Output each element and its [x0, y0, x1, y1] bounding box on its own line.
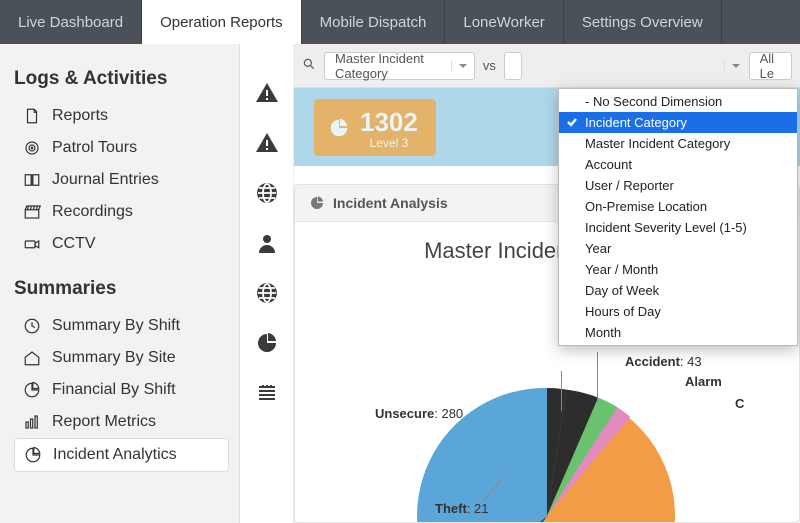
- sidebar-item-label: Recordings: [52, 203, 133, 221]
- sidebar-item-label: Incident Analytics: [53, 446, 177, 464]
- dropdown-item-on-premise-location[interactable]: On-Premise Location: [559, 196, 797, 217]
- clock-icon: [22, 316, 42, 336]
- sidebar-item-reports[interactable]: Reports: [14, 100, 229, 132]
- slice-label-accident: Accident: 43: [625, 354, 702, 369]
- globe-icon[interactable]: [254, 180, 280, 206]
- book-icon: [22, 170, 42, 190]
- warning-icon[interactable]: [254, 80, 280, 106]
- pie-icon: [23, 445, 43, 465]
- pie-icon: [328, 117, 350, 139]
- sidebar-item-recordings[interactable]: Recordings: [14, 196, 229, 228]
- dropdown-item-incident-category[interactable]: Incident Category: [559, 112, 797, 133]
- top-nav: Live Dashboard Operation Reports Mobile …: [0, 0, 800, 44]
- tab-live-dashboard[interactable]: Live Dashboard: [0, 0, 142, 44]
- vs-label: vs: [483, 58, 496, 73]
- sidebar-item-label: Summary By Shift: [52, 317, 180, 335]
- sidebar-item-financial-by-shift[interactable]: Financial By Shift: [14, 374, 229, 406]
- level-filter-select[interactable]: All Le: [749, 52, 792, 80]
- sidebar-item-label: Journal Entries: [52, 171, 159, 189]
- sidebar-item-label: Reports: [52, 107, 108, 125]
- select-label: All Le: [760, 51, 785, 81]
- warning-icon[interactable]: [254, 130, 280, 156]
- pie-svg: [387, 356, 707, 522]
- sidebar-heading-summaries: Summaries: [14, 278, 229, 300]
- second-dimension-dropdown[interactable]: - No Second Dimension Incident Category …: [558, 88, 798, 346]
- dropdown-item-year-month[interactable]: Year / Month: [559, 259, 797, 280]
- sidebar-item-label: Financial By Shift: [52, 381, 176, 399]
- primary-dimension-select[interactable]: Master Incident Category: [324, 52, 475, 80]
- chevron-down-icon: [451, 61, 468, 71]
- sidebar-heading-logs: Logs & Activities: [14, 68, 229, 90]
- sidebar-item-label: Patrol Tours: [52, 139, 137, 157]
- dropdown-item-master-incident-category[interactable]: Master Incident Category: [559, 133, 797, 154]
- tab-mobile-dispatch[interactable]: Mobile Dispatch: [302, 0, 446, 44]
- sidebar-item-incident-analytics[interactable]: Incident Analytics: [14, 438, 229, 472]
- stat-card-level-3[interactable]: 1302 Level 3: [314, 99, 436, 156]
- dropdown-item-hours-of-day[interactable]: Hours of Day: [559, 301, 797, 322]
- clapper-icon: [22, 202, 42, 222]
- target-icon: [22, 138, 42, 158]
- sidebar-item-cctv[interactable]: CCTV: [14, 228, 229, 260]
- main-area: Master Incident Category vs All Le 1302: [240, 44, 800, 523]
- dropdown-item-day-of-week[interactable]: Day of Week: [559, 280, 797, 301]
- slice-label-theft: Theft: 21: [435, 501, 488, 516]
- person-icon[interactable]: [254, 230, 280, 256]
- home-icon: [22, 348, 42, 368]
- globe-icon[interactable]: [254, 280, 280, 306]
- check-icon: [566, 116, 578, 131]
- content-area: Master Incident Category vs All Le 1302: [294, 44, 800, 523]
- list-icon[interactable]: [254, 380, 280, 406]
- slice-label-c: C: [735, 396, 744, 411]
- stat-value: 1302: [360, 107, 418, 137]
- dropdown-item-month[interactable]: Month: [559, 322, 797, 343]
- search-icon[interactable]: [302, 57, 316, 75]
- icon-rail: [240, 44, 294, 523]
- tab-settings-overview[interactable]: Settings Overview: [564, 0, 722, 44]
- sidebar-item-label: CCTV: [52, 235, 96, 253]
- dropdown-item-severity-level[interactable]: Incident Severity Level (1-5): [559, 217, 797, 238]
- bars-icon: [22, 412, 42, 432]
- panel-title: Incident Analysis: [333, 195, 448, 211]
- sidebar-item-journal-entries[interactable]: Journal Entries: [14, 164, 229, 196]
- camera-icon: [22, 234, 42, 254]
- secondary-dimension-select[interactable]: [504, 52, 522, 80]
- sidebar-item-label: Summary By Site: [52, 349, 176, 367]
- tab-operation-reports[interactable]: Operation Reports: [142, 0, 302, 44]
- sidebar-item-label: Report Metrics: [52, 413, 156, 431]
- dropdown-item-none[interactable]: - No Second Dimension: [559, 91, 797, 112]
- dropdown-item-user-reporter[interactable]: User / Reporter: [559, 175, 797, 196]
- tab-loneworker[interactable]: LoneWorker: [445, 0, 563, 44]
- pie-icon: [309, 195, 325, 211]
- pie-icon[interactable]: [254, 330, 280, 356]
- page-icon: [22, 106, 42, 126]
- sidebar-item-summary-by-site[interactable]: Summary By Site: [14, 342, 229, 374]
- dropdown-item-account[interactable]: Account: [559, 154, 797, 175]
- slice-label-unsecure: Unsecure: 280: [375, 406, 463, 421]
- slice-label-alarm: Alarm: [685, 374, 722, 389]
- sidebar: Logs & Activities Reports Patrol Tours J…: [0, 44, 240, 523]
- filter-bar: Master Incident Category vs All Le: [294, 44, 800, 88]
- sidebar-item-summary-by-shift[interactable]: Summary By Shift: [14, 310, 229, 342]
- select-label: Master Incident Category: [335, 51, 443, 81]
- stat-level: Level 3: [360, 136, 418, 150]
- pie-icon: [22, 380, 42, 400]
- dropdown-item-year[interactable]: Year: [559, 238, 797, 259]
- chevron-down-icon[interactable]: [724, 61, 741, 71]
- sidebar-item-patrol-tours[interactable]: Patrol Tours: [14, 132, 229, 164]
- sidebar-item-report-metrics[interactable]: Report Metrics: [14, 406, 229, 438]
